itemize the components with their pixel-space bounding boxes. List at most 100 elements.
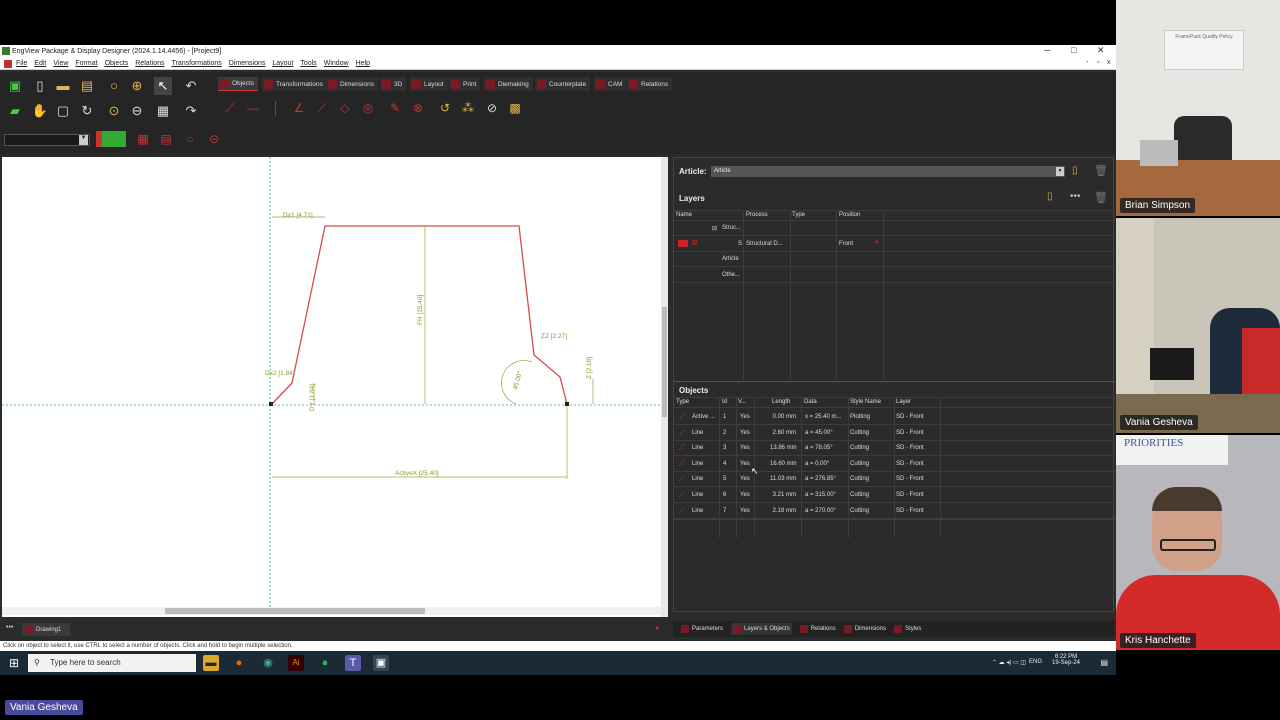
- objects-cell-data[interactable]: a = 276.85°: [805, 476, 836, 482]
- objects-cell-layer[interactable]: SD - Front: [896, 461, 924, 467]
- style-dropdown[interactable]: ▼: [4, 134, 90, 146]
- objects-cell-data[interactable]: a = 45.00°: [805, 430, 833, 436]
- tab-transformations[interactable]: Transformations: [262, 77, 327, 91]
- delete-layer-icon[interactable]: 🗑: [1094, 191, 1108, 204]
- drawing-svg[interactable]: Dx1 [4.71] FH [15.40] Dx2 [1.84] DY [1.8…: [2, 157, 668, 617]
- layer-s[interactable]: S: [738, 241, 742, 247]
- mdi-close-button[interactable]: x: [1107, 59, 1111, 66]
- lock-icon[interactable]: ▩: [507, 100, 523, 116]
- circle-icon[interactable]: ◎: [360, 100, 376, 116]
- objects-cell-style[interactable]: Plotting: [850, 414, 870, 420]
- marker-icon[interactable]: ⊝: [206, 131, 222, 147]
- maximize-button[interactable]: □: [1071, 45, 1076, 55]
- search-object-icon[interactable]: ⊗: [410, 100, 426, 116]
- illustrator-icon[interactable]: Ai: [288, 655, 304, 671]
- horizontal-scroll-thumb[interactable]: [165, 608, 425, 614]
- tab-diemaking[interactable]: Diemaking: [484, 77, 533, 91]
- more-options-icon[interactable]: •••: [1070, 191, 1081, 202]
- menu-relations[interactable]: Relations: [135, 60, 164, 67]
- menu-help[interactable]: Help: [356, 60, 370, 67]
- objects-cell-type[interactable]: Line: [692, 461, 703, 467]
- objects-cell-v[interactable]: Yes: [740, 492, 750, 498]
- position-dropdown-icon[interactable]: ▼: [874, 240, 880, 246]
- start-point-handle[interactable]: [269, 402, 273, 406]
- objects-cell-length[interactable]: 2.18 mm: [770, 508, 796, 514]
- windows-start-icon[interactable]: ⊞: [6, 655, 22, 671]
- objects-cell-length[interactable]: 2.60 mm: [770, 430, 796, 436]
- objects-cell-type[interactable]: Line: [692, 430, 703, 436]
- undo-icon[interactable]: ↶: [182, 77, 200, 95]
- chrome-icon[interactable]: ◉: [260, 655, 276, 671]
- tab-objects[interactable]: Objects: [218, 77, 259, 91]
- objects-cell-data[interactable]: a = 0.00°: [805, 461, 829, 467]
- objects-cell-v[interactable]: Yes: [740, 476, 750, 482]
- taskbar-search[interactable]: ⚲ Type here to search: [28, 654, 196, 672]
- objects-cell-v[interactable]: Yes: [740, 414, 750, 420]
- engview-icon[interactable]: ▣: [373, 655, 389, 671]
- tab-styles[interactable]: Styles: [894, 625, 921, 633]
- objects-col-style-name[interactable]: Style Name: [850, 399, 881, 405]
- layers-col-process[interactable]: Process: [746, 212, 768, 218]
- objects-cell-v[interactable]: Yes: [740, 445, 750, 451]
- objects-cell-length[interactable]: 11.03 mm: [770, 476, 796, 482]
- tray-icons[interactable]: ⌃ ☁ ◂) ▭ ◫: [956, 659, 1026, 666]
- zoom-out-icon[interactable]: ⊖: [128, 102, 146, 120]
- objects-cell-style[interactable]: Cutting: [850, 476, 869, 482]
- tab-relations-panel[interactable]: Relations: [799, 625, 836, 633]
- new-file-icon[interactable]: ▯: [31, 77, 49, 95]
- objects-cell-data[interactable]: a = 78.05°: [805, 445, 833, 451]
- fh-label[interactable]: FH [15.40]: [417, 294, 424, 325]
- article-dropdown[interactable]: Article ▼: [711, 166, 1065, 177]
- open-folder-icon[interactable]: ▬: [54, 77, 72, 95]
- objects-cell-layer[interactable]: SD - Front: [896, 492, 924, 498]
- table-icon[interactable]: ▤: [158, 131, 174, 147]
- save-icon[interactable]: ▤: [78, 77, 96, 95]
- objects-col-length[interactable]: Length: [772, 399, 790, 405]
- objects-cell-length[interactable]: 13.86 mm: [770, 445, 797, 451]
- layer-other[interactable]: Othe...: [722, 272, 740, 278]
- package-icon[interactable]: ▣: [6, 77, 24, 95]
- close-button[interactable]: ✕: [1097, 45, 1105, 56]
- tab-cam[interactable]: CAM: [594, 77, 627, 91]
- spotify-icon[interactable]: ●: [317, 655, 333, 671]
- objects-cell-style[interactable]: Cutting: [850, 492, 869, 498]
- objects-cell-type[interactable]: Line: [692, 508, 703, 514]
- bubble-icon[interactable]: ○: [182, 131, 198, 147]
- lock-toggle-icon[interactable]: ⚙: [691, 238, 698, 247]
- objects-cell-length[interactable]: 16.60 mm: [770, 461, 797, 467]
- zoom-fit-icon[interactable]: ⊙: [105, 102, 123, 120]
- objects-cell-type[interactable]: Active ...: [692, 414, 715, 420]
- menu-transformations[interactable]: Transformations: [171, 60, 221, 67]
- objects-cell-data[interactable]: a = 315.00°: [805, 492, 836, 498]
- layers-col-name[interactable]: Name: [676, 212, 692, 218]
- angle-line-icon[interactable]: ∠: [291, 100, 307, 116]
- vertical-scrollbar[interactable]: [661, 157, 668, 617]
- dy-label[interactable]: DY [1.84]: [309, 384, 316, 411]
- layers-col-type[interactable]: Type: [792, 212, 805, 218]
- objects-col-data[interactable]: Data: [804, 399, 817, 405]
- zz-label[interactable]: ZZ [2.27]: [541, 333, 567, 340]
- tab-3d[interactable]: 3D: [380, 77, 407, 91]
- layers-col-position[interactable]: Position: [839, 212, 860, 218]
- menu-objects[interactable]: Objects: [105, 60, 129, 67]
- tree-expand-icon[interactable]: ⊟: [712, 225, 717, 232]
- dx2-label[interactable]: Dx2 [1.84]: [265, 370, 295, 377]
- pin-icon[interactable]: ✎: [387, 100, 403, 116]
- tab-parameters[interactable]: Parameters: [681, 625, 723, 633]
- vertical-scroll-thumb[interactable]: [662, 307, 667, 417]
- tab-counterplate[interactable]: Counterplate: [535, 77, 591, 91]
- mdi-restore-button[interactable]: ▫: [1097, 59, 1099, 66]
- objects-cell-data[interactable]: x = 25.40 m...: [805, 414, 842, 420]
- polyline-icon[interactable]: ⟋: [314, 100, 330, 116]
- objects-cell-layer[interactable]: SD - Front: [896, 430, 924, 436]
- splitter[interactable]: [674, 381, 1115, 382]
- firefox-icon[interactable]: ●: [231, 655, 247, 671]
- objects-cell-id[interactable]: 5: [723, 476, 726, 482]
- preview-icon[interactable]: ▢: [54, 102, 72, 120]
- tab-dimensions[interactable]: Dimensions: [326, 77, 378, 91]
- redo-icon[interactable]: ↷: [182, 102, 200, 120]
- language-indicator[interactable]: ENG: [1029, 659, 1042, 665]
- objects-cell-style[interactable]: Cutting: [850, 430, 869, 436]
- objects-col-type[interactable]: Type: [676, 399, 689, 405]
- tab-relations[interactable]: Relations: [627, 77, 673, 91]
